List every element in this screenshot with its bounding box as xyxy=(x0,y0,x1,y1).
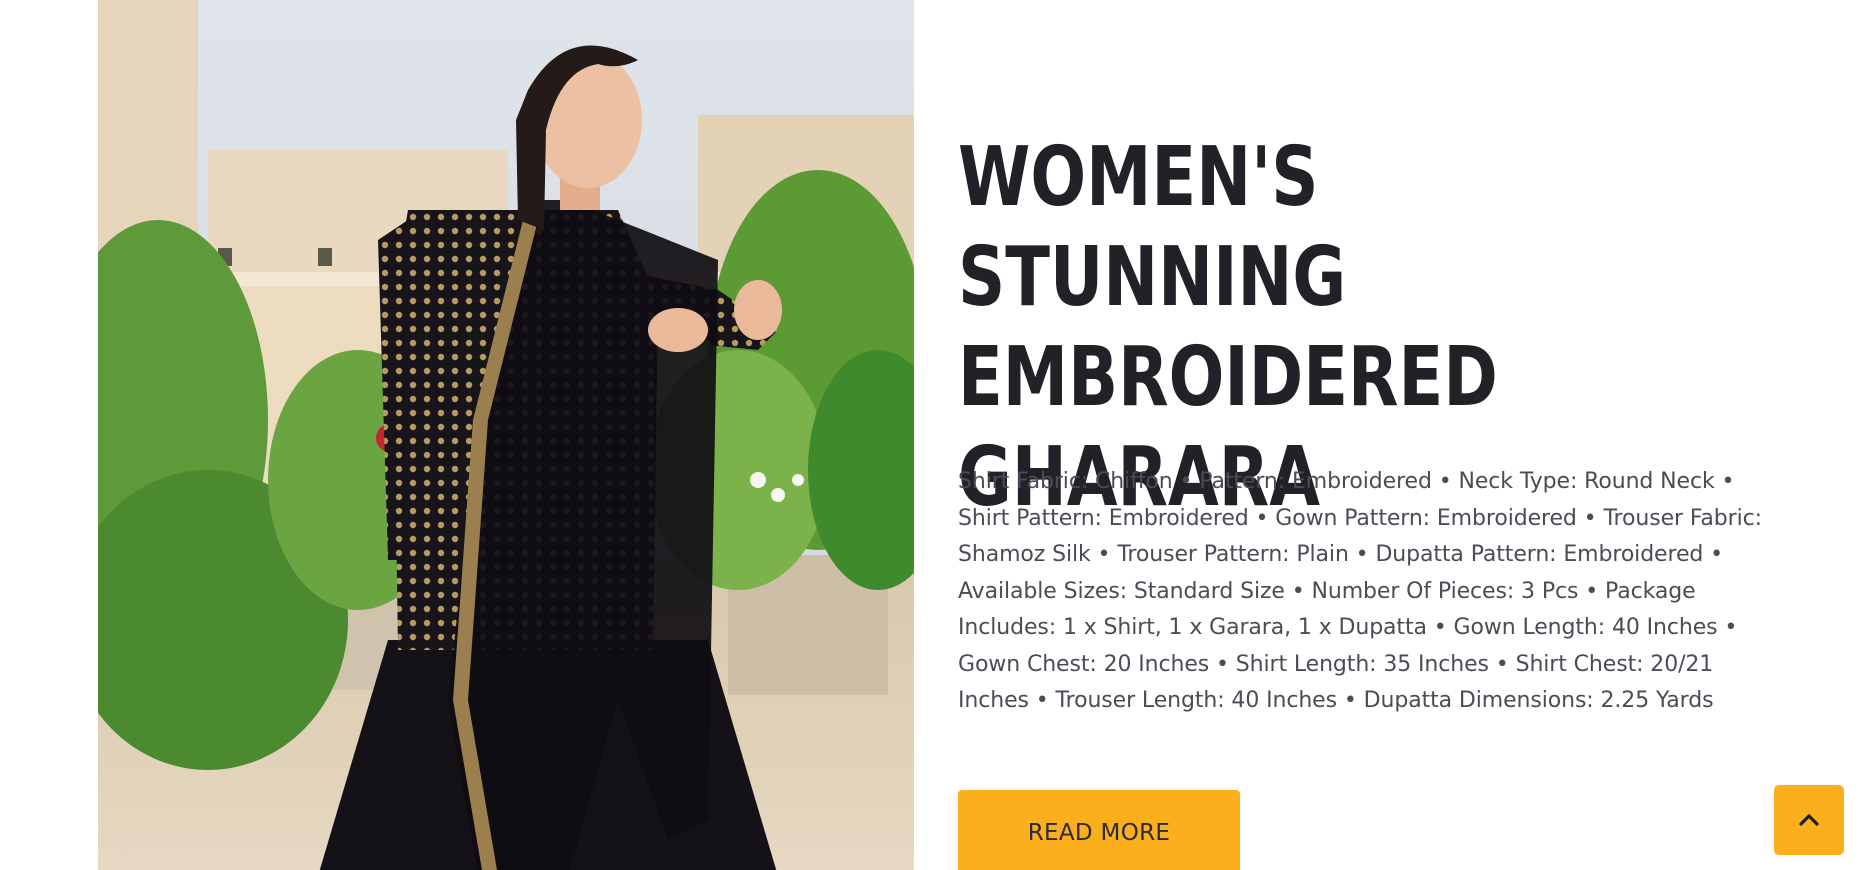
product-feature-section: WOMEN'S STUNNING EMBROIDERED GHARARA Shi… xyxy=(0,0,1870,870)
back-to-top-button[interactable] xyxy=(1774,785,1844,855)
chevron-up-icon xyxy=(1798,813,1820,827)
product-image xyxy=(98,0,914,870)
read-more-button[interactable]: READ MORE xyxy=(958,790,1240,870)
read-more-label: READ MORE xyxy=(1027,820,1171,846)
product-description: Shirt Fabric: Chiffon • Pattern: Embroid… xyxy=(958,469,1762,713)
